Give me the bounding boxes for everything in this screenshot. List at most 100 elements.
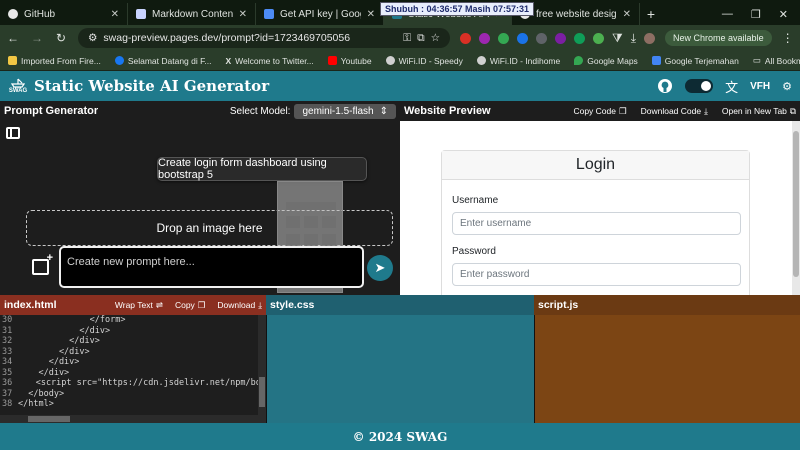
- line-number: 31: [2, 325, 13, 336]
- extension-icon[interactable]: [555, 32, 566, 44]
- bookmark-item[interactable]: WiFi.ID - Speedy: [385, 56, 463, 66]
- css-code-editor[interactable]: [266, 315, 534, 423]
- bookmark-label: Google Maps: [587, 55, 638, 66]
- code-line: 33 </div>: [0, 347, 266, 358]
- site-info-icon[interactable]: ⚙: [88, 32, 97, 44]
- tab-title: free website design - Pene: [536, 8, 617, 20]
- download-button[interactable]: Download ⤓: [217, 300, 262, 311]
- theme-toggle[interactable]: [685, 79, 714, 93]
- browser-tab[interactable]: Markdown Content Improv ✕: [128, 3, 256, 25]
- js-code-editor[interactable]: [534, 315, 800, 423]
- bookmark-item[interactable]: WiFi.ID - Indihome: [476, 55, 561, 66]
- editor-title: style.css: [270, 299, 315, 311]
- bookmark-item[interactable]: X Welcome to Twitter...: [225, 56, 313, 66]
- download-icon[interactable]: ⤓: [631, 31, 636, 46]
- close-tab-icon[interactable]: ✕: [623, 9, 631, 20]
- forward-icon[interactable]: →: [30, 31, 44, 45]
- close-tab-icon[interactable]: ✕: [239, 9, 247, 20]
- js-editor-header: script.js: [534, 295, 800, 315]
- bookmark-star-icon[interactable]: ☆: [431, 32, 440, 44]
- model-value: gemini-1.5-flash: [302, 105, 374, 117]
- profile-avatar[interactable]: [644, 32, 656, 44]
- username-input[interactable]: Enter username: [452, 212, 741, 235]
- password-input[interactable]: Enter password: [452, 263, 741, 286]
- bookmark-item[interactable]: Google Maps: [574, 56, 638, 66]
- all-bookmarks-button[interactable]: ▭All Bookmarks: [753, 55, 800, 66]
- install-app-icon[interactable]: ⧉: [417, 32, 425, 45]
- url-bar[interactable]: ⚙ swag-preview.pages.dev/prompt?id=17234…: [78, 28, 450, 48]
- css-editor-header: style.css: [266, 295, 534, 315]
- model-label: Select Model:: [229, 105, 291, 117]
- minimize-icon[interactable]: —: [722, 8, 733, 20]
- download-icon: ⤓: [704, 105, 708, 116]
- preview-scrollbar[interactable]: [792, 121, 800, 295]
- extension-icon[interactable]: [479, 32, 490, 44]
- bookmark-item[interactable]: Selamat Datang di F...: [114, 55, 212, 66]
- github-icon[interactable]: [657, 78, 673, 94]
- scrollbar-thumb[interactable]: [793, 131, 799, 277]
- copy-icon: ❐: [197, 299, 206, 310]
- facebook-icon: [114, 56, 124, 65]
- line-number: 38: [2, 399, 13, 409]
- open-new-tab-button[interactable]: Open in New Tab ⧉: [722, 106, 796, 117]
- settings-gear-icon[interactable]: ⚙: [782, 80, 792, 93]
- bookmark-item[interactable]: Google Terjemahan: [651, 56, 739, 66]
- back-icon[interactable]: ←: [6, 31, 20, 45]
- extension-icon[interactable]: [574, 32, 585, 44]
- copy-button[interactable]: Copy ❐: [175, 300, 205, 311]
- folder-icon: ▭: [752, 55, 761, 65]
- code-line: 34 </div>: [0, 357, 266, 368]
- new-chrome-available-button[interactable]: New Chrome available: [665, 30, 772, 46]
- close-tab-icon[interactable]: ✕: [367, 9, 375, 20]
- prompt-input[interactable]: [59, 246, 364, 288]
- url-text: swag-preview.pages.dev/prompt?id=1723469…: [103, 32, 351, 44]
- send-icon[interactable]: ➤: [367, 255, 393, 281]
- prompt-suggestion[interactable]: Create login form dashboard using bootst…: [157, 157, 367, 181]
- close-window-icon[interactable]: ✕: [779, 8, 788, 21]
- wrap-text-button[interactable]: Wrap Text ⇌: [115, 300, 163, 311]
- translate-icon[interactable]: 文: [725, 77, 738, 96]
- add-image-icon[interactable]: [32, 252, 53, 275]
- sidebar-toggle-icon[interactable]: [6, 127, 20, 139]
- editor-vertical-scrollbar[interactable]: [258, 315, 266, 423]
- html-code-editor[interactable]: 30 </form> 31 </div> 32 </div> 33 </div>…: [0, 315, 266, 423]
- reload-icon[interactable]: ↻: [54, 31, 68, 45]
- bookmark-label: Welcome to Twitter...: [235, 55, 314, 66]
- restore-icon[interactable]: ❐: [751, 8, 761, 21]
- browser-tab[interactable]: GitHub ✕: [0, 3, 128, 25]
- scrollbar-thumb[interactable]: [28, 416, 70, 422]
- extension-icon[interactable]: [593, 32, 604, 44]
- line-number: 34: [2, 357, 13, 367]
- code-text: </body>: [18, 388, 65, 399]
- close-tab-icon[interactable]: ✕: [111, 9, 119, 20]
- extension-icon[interactable]: [517, 32, 528, 44]
- bookmark-label: WiFi.ID - Indihome: [489, 55, 561, 66]
- download-code-button[interactable]: Download Code ⤓: [641, 106, 708, 117]
- copy-code-button[interactable]: Copy Code ❐: [573, 106, 626, 117]
- extension-icon[interactable]: [498, 32, 509, 44]
- login-card: Login Username Enter username Password E…: [441, 150, 750, 295]
- button-label: Copy: [174, 300, 195, 310]
- username-label: Username: [452, 195, 499, 206]
- bookmark-label: Selamat Datang di F...: [127, 55, 212, 66]
- password-key-icon[interactable]: ⚿: [403, 32, 411, 45]
- prayer-time-widget: Shubuh : 04:36:57 Masih 07:57:31: [380, 2, 535, 16]
- bookmark-item[interactable]: Imported From Fire...: [8, 56, 101, 66]
- website-preview-frame: Login Username Enter username Password E…: [400, 121, 792, 295]
- code-line: 35 </div>: [0, 368, 266, 379]
- website-preview-header: Website Preview Copy Code ❐ Download Code…: [400, 101, 800, 121]
- extension-icon[interactable]: [460, 32, 471, 44]
- language-selector[interactable]: VFH: [750, 81, 770, 92]
- code-text: </div>: [18, 336, 100, 346]
- editor-horizontal-scrollbar[interactable]: [0, 415, 258, 423]
- extensions-puzzle-icon[interactable]: ⧩: [612, 31, 623, 46]
- button-label: Copy Code: [573, 106, 616, 116]
- model-dropdown[interactable]: gemini-1.5-flash ⇕: [294, 103, 396, 119]
- browser-tab[interactable]: Get API key | Google AI S ✕: [256, 3, 384, 25]
- extension-icon[interactable]: [536, 32, 547, 44]
- chrome-menu-icon[interactable]: ⋮: [782, 31, 794, 45]
- scrollbar-thumb[interactable]: [259, 377, 265, 407]
- download-icon: ⤓: [258, 299, 262, 310]
- new-tab-button[interactable]: +: [640, 3, 662, 25]
- bookmark-item[interactable]: Youtube: [327, 56, 372, 66]
